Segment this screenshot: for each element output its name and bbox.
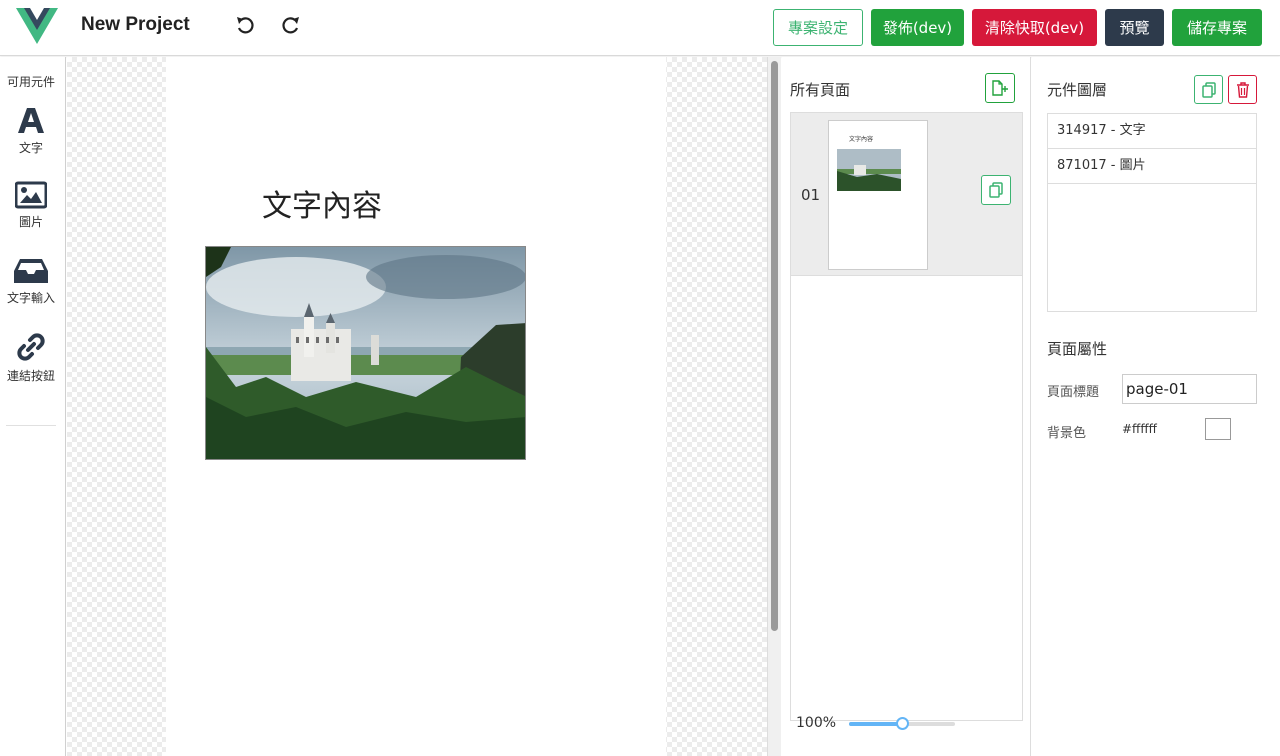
vue-logo-icon[interactable]	[16, 8, 58, 44]
canvas-page[interactable]: 文字內容	[166, 57, 666, 756]
text-icon	[18, 108, 44, 133]
palette-title: 可用元件	[6, 75, 55, 89]
layer-item[interactable]: 314917 - 文字	[1048, 114, 1256, 149]
palette-divider	[6, 425, 56, 426]
component-link-button[interactable]: 連結按鈕	[0, 331, 62, 384]
component-text-input[interactable]: 文字輸入	[0, 257, 62, 306]
layers-panel-title: 元件圖層	[1047, 81, 1108, 99]
undo-icon[interactable]	[233, 14, 257, 38]
save-project-button[interactable]: 儲存專案	[1172, 9, 1262, 46]
component-text-label: 文字	[18, 141, 43, 155]
preview-button[interactable]: 預覽	[1105, 9, 1164, 46]
pages-panel-title: 所有頁面	[790, 81, 851, 99]
canvas-image-element[interactable]	[205, 246, 526, 460]
copy-icon	[1201, 81, 1216, 98]
layers-list: 314917 - 文字 871017 - 圖片	[1047, 113, 1257, 312]
page-title-label: 頁面標題	[1047, 385, 1100, 400]
clear-cache-button[interactable]: 清除快取(dev)	[972, 9, 1097, 46]
bg-color-picker[interactable]	[1205, 418, 1231, 440]
pages-panel: 所有頁面 01 文字內容 100%	[782, 57, 1031, 756]
canvas-scrollbar-thumb[interactable]	[771, 61, 778, 631]
castle-photo	[206, 247, 525, 459]
delete-layer-button[interactable]	[1228, 75, 1257, 104]
copy-icon	[989, 182, 1003, 198]
canvas-scrollbar[interactable]	[767, 57, 781, 756]
component-text-input-label: 文字輸入	[6, 291, 55, 305]
zoom-slider-handle[interactable]	[896, 717, 909, 730]
page-number: 01	[801, 186, 821, 204]
inbox-icon	[14, 259, 48, 283]
redo-icon[interactable]	[279, 14, 303, 38]
bg-color-label: 背景色	[1047, 426, 1087, 441]
project-title: New Project	[81, 14, 190, 35]
zoom-slider[interactable]	[849, 717, 955, 730]
app-header: New Project 專案設定 發佈(dev) 清除快取(dev) 預覽 儲存…	[0, 0, 1280, 56]
page-thumbnail[interactable]: 文字內容	[828, 120, 928, 270]
zoom-slider-fill	[849, 722, 902, 726]
page-properties-title: 頁面屬性	[1047, 340, 1108, 358]
layer-item[interactable]: 871017 - 圖片	[1048, 149, 1256, 184]
link-icon	[17, 333, 45, 361]
component-image[interactable]: 圖片	[0, 181, 62, 230]
thumbnail-text: 文字內容	[849, 136, 874, 143]
add-page-icon	[992, 80, 1008, 96]
bg-color-value: #ffffff	[1122, 422, 1157, 436]
component-text[interactable]: 文字	[0, 105, 62, 156]
layers-panel: 元件圖層 314917 - 文字 871017 - 圖片 頁面屬性 頁面標題 p…	[1032, 57, 1280, 756]
component-image-label: 圖片	[18, 215, 43, 229]
page-row[interactable]: 01 文字內容	[791, 113, 1022, 276]
trash-icon	[1236, 81, 1249, 98]
component-link-button-label: 連結按鈕	[6, 369, 55, 383]
editor-canvas[interactable]: 文字內容	[67, 57, 767, 756]
zoom-label: 100%	[796, 715, 837, 731]
thumbnail-image	[837, 149, 901, 191]
duplicate-layer-button[interactable]	[1194, 75, 1223, 104]
pages-list: 01 文字內容	[790, 112, 1023, 721]
component-palette: 可用元件 文字 圖片 文字輸入 連結按鈕	[0, 57, 66, 756]
page-title-input[interactable]: page-01	[1122, 374, 1257, 404]
image-icon	[15, 181, 47, 209]
duplicate-page-button[interactable]	[981, 175, 1011, 205]
publish-button[interactable]: 發佈(dev)	[871, 9, 964, 46]
project-settings-button[interactable]: 專案設定	[773, 9, 863, 46]
add-page-button[interactable]	[985, 73, 1015, 103]
canvas-text-element[interactable]: 文字內容	[262, 181, 382, 225]
